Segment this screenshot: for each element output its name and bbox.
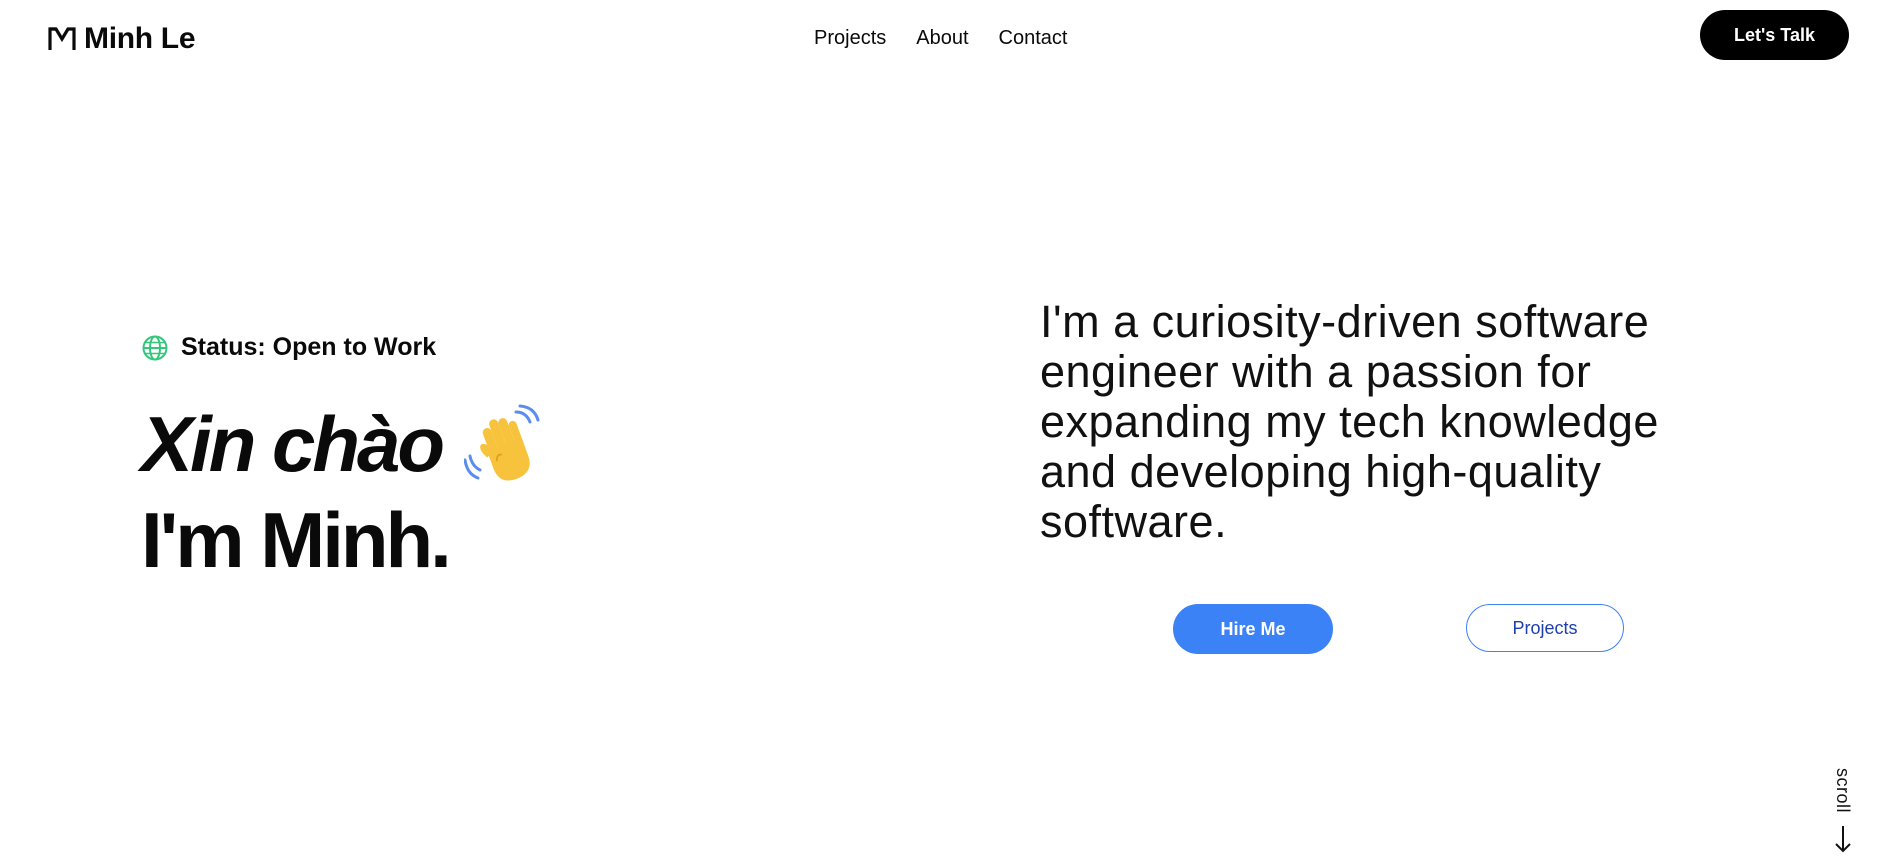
scroll-indicator[interactable]: scroll — [1830, 768, 1856, 860]
lets-talk-button[interactable]: Let's Talk — [1700, 10, 1849, 60]
m-logo-icon — [48, 27, 76, 50]
nav-link-projects[interactable]: Projects — [814, 27, 886, 50]
intro-paragraph: I'm a curiosity-driven software engineer… — [1040, 296, 1659, 547]
scroll-label: scroll — [1833, 768, 1853, 814]
page: Minh Le Projects About Contact Let's Tal… — [0, 0, 1900, 868]
status-indicator: Status: Open to Work — [141, 333, 436, 362]
arrow-down-icon — [1835, 826, 1851, 853]
greeting-text: Xin chào — [141, 400, 445, 488]
main-nav: Projects About Contact — [814, 27, 1067, 50]
name-heading: I'm Minh. — [141, 496, 452, 584]
waving-hand-icon — [464, 404, 540, 481]
globe-icon — [142, 335, 168, 360]
status-text: Status: Open to Work — [181, 333, 437, 361]
nav-link-about[interactable]: About — [916, 27, 968, 50]
logo-link[interactable]: Minh Le — [48, 22, 196, 56]
greeting-line: Xin chào — [141, 398, 548, 490]
logo-text: Minh Le — [84, 22, 196, 55]
nav-link-contact[interactable]: Contact — [999, 27, 1068, 50]
site-header: Minh Le Projects About Contact Let's Tal… — [0, 0, 1900, 78]
projects-button[interactable]: Projects — [1466, 604, 1624, 652]
hire-me-button[interactable]: Hire Me — [1173, 604, 1333, 654]
